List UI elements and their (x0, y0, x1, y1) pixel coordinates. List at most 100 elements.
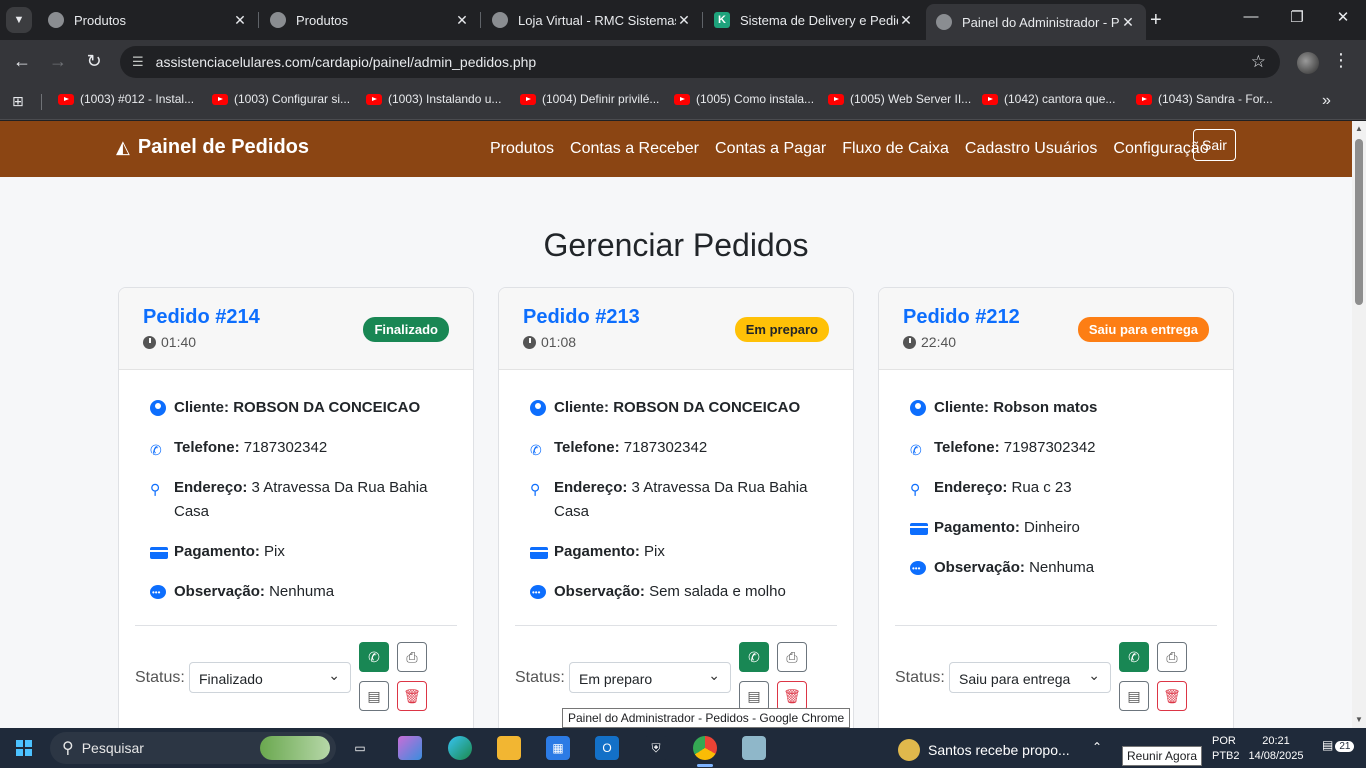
task-view-icon[interactable]: ▭ (348, 736, 372, 760)
field-label: Pagamento: (934, 519, 1020, 536)
order-address: ⚲ Endereço: Rua c 23 (910, 476, 1203, 500)
close-icon[interactable]: ✕ (454, 12, 470, 29)
print-button[interactable]: ⎙ (397, 642, 427, 672)
notification-count: 21 (1335, 741, 1355, 752)
bookmark-item[interactable]: (1005) Como instala... (674, 92, 814, 106)
print-button[interactable]: ⎙ (777, 642, 807, 672)
bookmark-item[interactable]: (1004) Definir privilé... (520, 92, 659, 106)
print-button[interactable]: ⎙ (1157, 642, 1187, 672)
bookmark-star-icon[interactable]: ☆ (1251, 52, 1266, 72)
file-explorer-icon[interactable] (497, 736, 521, 760)
tab-sistema-delivery[interactable]: K Sistema de Delivery e Pedidos ✕ (704, 4, 924, 36)
whatsapp-button[interactable]: ✆ (739, 642, 769, 672)
bookmark-item[interactable]: (1005) Web Server II... (828, 92, 971, 106)
back-arrow-icon[interactable]: ← (10, 51, 34, 72)
bookmark-label: (1043) Sandra - For... (1158, 92, 1273, 106)
tab-title: Produtos (74, 12, 127, 28)
bookmark-item[interactable]: (1003) Instalando u... (366, 92, 501, 106)
news-widget[interactable]: Santos recebe propo... (898, 739, 1070, 761)
close-icon[interactable]: ✕ (676, 12, 692, 29)
notification-center[interactable]: ▤ 21 (1322, 738, 1355, 752)
tab-separator (702, 12, 703, 28)
bookmark-label: (1005) Web Server II... (850, 92, 972, 106)
order-phone: ✆ Telefone: 7187302342 (150, 436, 443, 460)
nav-contas-a-receber[interactable]: Contas a Receber (570, 140, 699, 158)
status-label: Status: (895, 669, 945, 686)
scroll-up-icon[interactable]: ▲ (1355, 124, 1363, 133)
close-icon[interactable]: ✕ (232, 12, 248, 29)
brand-link[interactable]: ◭ Painel de Pedidos (116, 136, 309, 159)
tab-produtos-2[interactable]: Produtos ✕ (260, 4, 480, 36)
nav-fluxo-de-caixa[interactable]: Fluxo de Caixa (842, 140, 949, 158)
close-window-button[interactable]: ✕ (1320, 8, 1366, 26)
receipt-button[interactable]: ▤ (359, 681, 389, 711)
bookmark-item[interactable]: (1003) Configurar si... (212, 92, 350, 106)
apps-grid-icon[interactable]: ⊞ (12, 93, 24, 110)
order-card-footer: Status: Saiu para entrega ⌄ ✆ ⎙ ▤ 🗑 (895, 625, 1217, 728)
phone-icon: ✆ (530, 442, 542, 458)
maximize-button[interactable]: ❐ (1274, 8, 1320, 26)
bookmark-item[interactable]: (1042) cantora que... (982, 92, 1115, 106)
windows-start-icon[interactable] (16, 740, 32, 756)
nav-cadastro-usuarios[interactable]: Cadastro Usuários (965, 140, 1098, 158)
bookmark-item[interactable]: (1043) Sandra - For... (1136, 92, 1273, 106)
map-pin-icon: ⚲ (910, 481, 921, 497)
taskbar-search[interactable]: ⚲ Pesquisar (50, 732, 336, 764)
app-window-icon[interactable] (742, 736, 766, 760)
delete-button[interactable]: 🗑 (397, 681, 427, 711)
order-time: 01:40 (143, 334, 196, 350)
youtube-icon (366, 93, 382, 105)
payment-value: Dinheiro (1024, 519, 1080, 536)
address-bar[interactable]: ☰ assistenciacelulares.com/cardapio/pain… (120, 46, 1280, 78)
url-text: assistenciacelulares.com/cardapio/painel… (155, 54, 537, 70)
outlook-icon[interactable]: O (595, 736, 619, 760)
tab-produtos-1[interactable]: Produtos ✕ (38, 4, 258, 36)
scroll-down-icon[interactable]: ▼ (1355, 715, 1363, 724)
user-icon (910, 400, 926, 416)
reload-icon[interactable]: ↻ (82, 51, 106, 72)
tab-loja-virtual[interactable]: Loja Virtual - RMC Sistemas ✕ (482, 4, 702, 36)
chrome-icon[interactable] (693, 736, 717, 760)
copilot-icon[interactable] (398, 736, 422, 760)
store-icon[interactable]: ▦ (546, 736, 570, 760)
delete-button[interactable]: 🗑 (1157, 681, 1187, 711)
nav-contas-a-pagar[interactable]: Contas a Pagar (715, 140, 826, 158)
scrollbar-thumb[interactable] (1355, 139, 1363, 305)
edge-icon[interactable] (448, 736, 472, 760)
delete-button[interactable]: 🗑 (777, 681, 807, 711)
profile-avatar[interactable] (1297, 52, 1319, 74)
security-shield-icon[interactable]: ⛨ (644, 736, 668, 760)
receipt-button[interactable]: ▤ (739, 681, 769, 711)
new-tab-button[interactable]: + (1150, 9, 1162, 32)
forward-arrow-icon[interactable]: → (46, 51, 70, 72)
status-select[interactable]: Em preparo ⌄ (569, 662, 731, 693)
logout-button[interactable]: Sair (1193, 129, 1236, 161)
language-indicator[interactable]: POR PTB2 (1212, 734, 1240, 764)
nav-produtos[interactable]: Produtos (490, 140, 554, 158)
bookmark-item[interactable]: (1003) #012 - Instal... (58, 92, 194, 106)
chevron-right-icon[interactable]: » (1322, 92, 1331, 110)
chevron-up-icon[interactable]: ⌃ (1092, 740, 1102, 754)
clock-time: 20:21 (1262, 735, 1290, 747)
chrome-menu-icon[interactable]: ⋮ (1332, 50, 1350, 71)
status-select[interactable]: Saiu para entrega ⌄ (949, 662, 1111, 693)
status-badge: Saiu para entrega (1077, 317, 1209, 342)
notes-value: Nenhuma (269, 583, 335, 600)
minimize-button[interactable]: — (1228, 8, 1274, 25)
site-settings-icon[interactable]: ☰ (132, 54, 144, 70)
system-clock[interactable]: 20:21 14/08/2025 (1246, 734, 1306, 764)
receipt-button[interactable]: ▤ (1119, 681, 1149, 711)
tab-title: Produtos (296, 12, 349, 28)
youtube-icon (58, 93, 74, 105)
tab-painel-administrador[interactable]: Painel do Administrador - Pedidos ✕ (926, 4, 1146, 40)
chat-icon (150, 581, 166, 605)
close-icon[interactable]: ✕ (898, 12, 914, 29)
whatsapp-icon: ✆ (368, 648, 380, 665)
tab-search-button[interactable]: ▼ (6, 7, 32, 33)
status-select[interactable]: Finalizado ⌄ (189, 662, 351, 693)
whatsapp-button[interactable]: ✆ (359, 642, 389, 672)
whatsapp-button[interactable]: ✆ (1119, 642, 1149, 672)
page-scrollbar[interactable]: ▲ ▼ (1352, 121, 1366, 728)
close-icon[interactable]: ✕ (1120, 14, 1136, 31)
status-select-value: Finalizado (199, 671, 263, 687)
